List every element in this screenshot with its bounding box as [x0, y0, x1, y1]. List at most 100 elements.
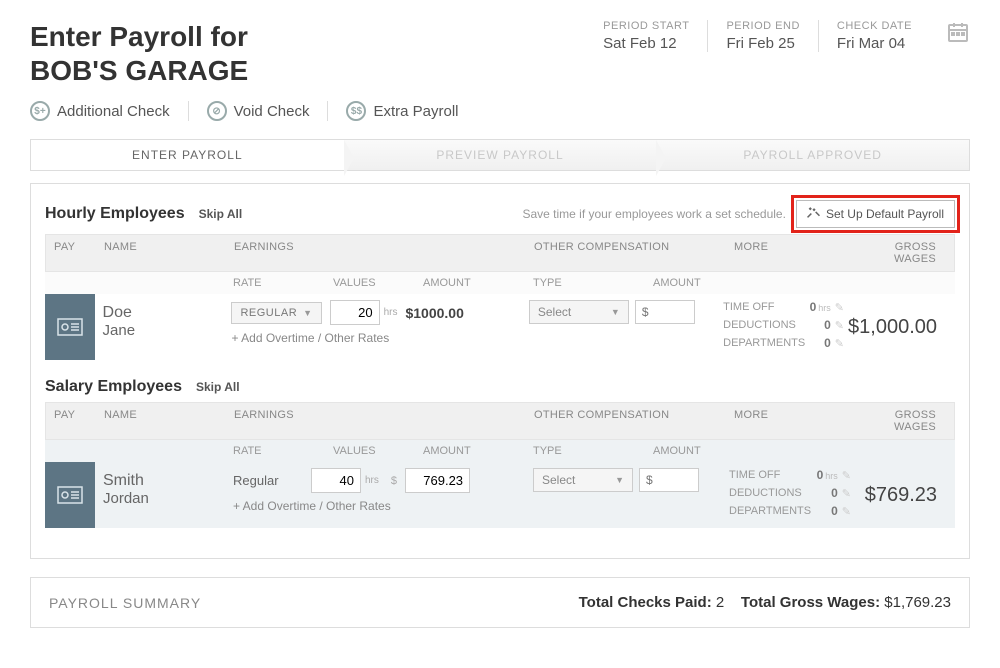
paycheck-icon[interactable] — [45, 294, 95, 360]
title-line-1: Enter Payroll for — [30, 21, 248, 52]
comp-select-label: Select — [538, 305, 571, 319]
add-overtime-link[interactable]: + Add Overtime / Other Rates — [231, 331, 512, 345]
add-overtime-link[interactable]: + Add Overtime / Other Rates — [233, 499, 517, 513]
additional-check-link[interactable]: $+ Additional Check — [30, 101, 170, 121]
col-earnings: EARNINGS — [226, 235, 526, 271]
col-earnings: EARNINGS — [226, 403, 526, 439]
deductions-label: DEDUCTIONS — [723, 319, 796, 331]
void-check-link[interactable]: ⊘ Void Check — [207, 101, 310, 121]
chevron-down-icon: ▼ — [615, 475, 624, 485]
col-other-comp: OTHER COMPENSATION — [526, 403, 726, 439]
time-off-unit: hrs — [818, 303, 831, 313]
separator — [327, 101, 328, 121]
amount-input[interactable] — [405, 468, 470, 493]
hrs-unit: hrs — [365, 475, 379, 486]
employee-row-hourly: Doe Jane REGULAR ▼ hrs $1000.00 + Add Ov… — [45, 294, 955, 360]
hourly-skip-all[interactable]: Skip All — [199, 207, 243, 221]
page-title: Enter Payroll for BOB'S GARAGE — [30, 20, 248, 87]
extra-payroll-link[interactable]: $$ Extra Payroll — [346, 101, 458, 121]
employee-last-name: Smith — [103, 472, 217, 490]
col-pay: PAY — [46, 403, 96, 439]
default-payroll-label: Set Up Default Payroll — [826, 207, 944, 221]
time-off-label: TIME OFF — [729, 469, 780, 481]
pencil-icon[interactable]: ✎ — [842, 488, 851, 500]
sub-amount: AMOUNT — [415, 272, 525, 294]
period-end-value: Fri Feb 25 — [726, 35, 799, 52]
separator — [188, 101, 189, 121]
additional-check-label: Additional Check — [57, 103, 170, 120]
title-line-2: BOB'S GARAGE — [30, 55, 248, 86]
comp-amount-input[interactable] — [639, 468, 699, 492]
col-pay: PAY — [46, 235, 96, 271]
comp-type-dropdown[interactable]: Select ▼ — [533, 468, 633, 492]
col-more: MORE — [726, 235, 856, 271]
column-headers-salary: PAY NAME EARNINGS OTHER COMPENSATION MOR… — [45, 402, 955, 440]
extra-icon: $$ — [346, 101, 366, 121]
check-date-label: CHECK DATE — [837, 20, 912, 32]
period-dates: PERIOD START Sat Feb 12 PERIOD END Fri F… — [585, 20, 970, 52]
set-up-default-payroll-button[interactable]: Set Up Default Payroll — [796, 200, 955, 228]
sub-type: TYPE — [525, 272, 645, 294]
tools-icon — [807, 206, 820, 222]
sub-rate: RATE — [225, 440, 325, 462]
col-gross: GROSS WAGES — [856, 403, 954, 439]
deductions-val: 0 — [831, 486, 838, 500]
calendar-icon[interactable] — [946, 20, 970, 49]
employee-first-name: Jordan — [103, 490, 217, 507]
wizard-steps: ENTER PAYROLL PREVIEW PAYROLL PAYROLL AP… — [30, 139, 970, 171]
hours-input[interactable] — [330, 300, 380, 325]
period-start-value: Sat Feb 12 — [603, 35, 689, 52]
salary-section-title: Salary Employees — [45, 378, 182, 396]
step-payroll-approved[interactable]: PAYROLL APPROVED — [656, 140, 969, 170]
time-off-unit: hrs — [825, 471, 838, 481]
step-enter-payroll[interactable]: ENTER PAYROLL — [31, 140, 344, 170]
void-check-label: Void Check — [234, 103, 310, 120]
sub-values: VALUES — [325, 272, 415, 294]
col-name: NAME — [96, 235, 226, 271]
pencil-icon[interactable]: ✎ — [835, 320, 844, 332]
sub-rate: RATE — [225, 272, 325, 294]
employee-row-salary: Smith Jordan Regular hrs $ + Add Overtim… — [45, 462, 955, 528]
default-payroll-hint: Save time if your employees work a set s… — [522, 207, 785, 221]
salary-skip-all[interactable]: Skip All — [196, 380, 240, 394]
sub-headers-salary: RATE VALUES AMOUNT TYPE AMOUNT — [45, 440, 955, 462]
period-end-label: PERIOD END — [726, 20, 799, 32]
deductions-label: DEDUCTIONS — [729, 487, 802, 499]
payroll-summary: PAYROLL SUMMARY Total Checks Paid: 2 Tot… — [30, 577, 970, 628]
deductions-val: 0 — [824, 318, 831, 332]
pencil-icon[interactable]: ✎ — [842, 506, 851, 518]
hourly-section-title: Hourly Employees — [45, 205, 185, 223]
comp-type-dropdown[interactable]: Select ▼ — [529, 300, 629, 324]
total-gross-label: Total Gross Wages: — [741, 594, 880, 611]
earnings-amount: $1000.00 — [405, 305, 485, 321]
column-headers: PAY NAME EARNINGS OTHER COMPENSATION MOR… — [45, 234, 955, 272]
sub-amount2: AMOUNT — [645, 440, 725, 462]
col-more: MORE — [726, 403, 856, 439]
departments-label: DEPARTMENTS — [729, 505, 811, 517]
sub-amount: AMOUNT — [415, 440, 525, 462]
gross-wages-value: $1,000.00 — [848, 294, 955, 360]
gross-wages-value: $769.23 — [855, 462, 955, 528]
pencil-icon[interactable]: ✎ — [835, 338, 844, 350]
step-preview-payroll[interactable]: PREVIEW PAYROLL — [344, 140, 657, 170]
extra-payroll-label: Extra Payroll — [373, 103, 458, 120]
plus-dollar-icon: $+ — [30, 101, 50, 121]
pencil-icon[interactable]: ✎ — [835, 302, 844, 314]
chevron-down-icon: ▼ — [303, 308, 312, 318]
time-off-label: TIME OFF — [723, 301, 774, 313]
check-date-value: Fri Mar 04 — [837, 35, 912, 52]
comp-select-label: Select — [542, 473, 575, 487]
departments-val: 0 — [824, 336, 831, 350]
rate-dropdown[interactable]: REGULAR ▼ — [231, 302, 321, 324]
paycheck-icon[interactable] — [45, 462, 95, 528]
pencil-icon[interactable]: ✎ — [842, 470, 851, 482]
employee-last-name: Doe — [103, 304, 216, 322]
sub-type: TYPE — [525, 440, 645, 462]
hrs-unit: hrs — [384, 307, 398, 318]
rate-label: Regular — [233, 473, 303, 488]
comp-amount-input[interactable] — [635, 300, 695, 324]
total-checks-label: Total Checks Paid: — [579, 594, 712, 611]
hours-input[interactable] — [311, 468, 361, 493]
sub-headers: RATE VALUES AMOUNT TYPE AMOUNT — [45, 272, 955, 294]
sub-values: VALUES — [325, 440, 415, 462]
